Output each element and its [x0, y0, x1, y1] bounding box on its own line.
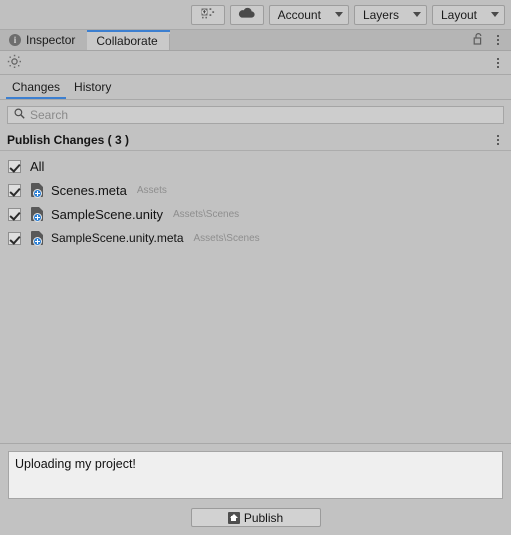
table-row[interactable]: SampleScene.unity Assets\Scenes — [0, 202, 511, 226]
file-name: Scenes.meta — [51, 182, 127, 198]
file-path: Assets\Scenes — [193, 232, 260, 244]
file-checkbox[interactable] — [8, 183, 21, 197]
file-path: Assets — [136, 184, 167, 196]
collaborate-toolbar — [0, 51, 511, 75]
publish-changes-header: Publish Changes ( 3 ) — [0, 129, 511, 151]
unity-collaborate-panel: Account Layers Layout i Inspector Collab… — [0, 0, 511, 535]
changes-file-list: All Scenes.meta Assets SampleScene.unity… — [0, 151, 511, 443]
tab-changes-label: Changes — [12, 80, 61, 94]
chevron-down-icon — [412, 12, 421, 17]
info-icon: i — [9, 34, 21, 46]
table-row[interactable]: Scenes.meta Assets — [0, 178, 511, 202]
table-row[interactable]: SampleScene.unity.meta Assets\Scenes — [0, 226, 511, 250]
file-added-icon — [30, 182, 45, 198]
window-menu-icon[interactable] — [493, 35, 503, 45]
collaborate-menu-icon[interactable] — [493, 57, 503, 68]
layers-label: Layers — [362, 7, 399, 22]
select-all-checkbox[interactable] — [8, 160, 21, 173]
publish-area: Uploading my project! Publish — [0, 443, 511, 535]
unity-top-toolbar: Account Layers Layout — [0, 0, 511, 30]
file-added-icon — [30, 206, 45, 222]
layers-dropdown[interactable]: Layers — [353, 4, 427, 25]
tab-history[interactable]: History — [68, 81, 117, 99]
file-added-icon — [30, 230, 45, 246]
tab-collaborate[interactable]: Collaborate — [87, 30, 171, 50]
commit-message-input[interactable]: Uploading my project! — [8, 451, 503, 499]
chevron-down-icon — [334, 12, 343, 17]
upload-icon — [227, 511, 240, 524]
publish-changes-title: Publish Changes ( 3 ) — [7, 132, 130, 147]
publish-button-label: Publish — [243, 510, 284, 525]
unlocked-padlock-icon[interactable] — [473, 32, 484, 48]
layout-label: Layout — [440, 7, 477, 22]
chevron-down-icon — [491, 12, 499, 17]
publish-button-row: Publish — [8, 508, 503, 527]
select-all-label: All — [30, 159, 45, 174]
select-all-row[interactable]: All — [0, 155, 511, 178]
file-path: Assets\Scenes — [173, 208, 240, 220]
file-checkbox[interactable] — [8, 231, 21, 245]
file-name: SampleScene.unity — [51, 206, 164, 222]
cloud-services-button[interactable] — [229, 4, 264, 25]
collaborate-subtabs: Changes History — [0, 75, 511, 100]
changes-menu-icon[interactable] — [493, 134, 503, 145]
file-name: SampleScene.unity.meta — [51, 231, 184, 245]
tab-inspector-label: Inspector — [26, 33, 76, 47]
collab-sync-status-icon[interactable] — [7, 54, 22, 72]
tab-inspector[interactable]: i Inspector — [0, 30, 88, 50]
search-input[interactable] — [30, 107, 497, 123]
tab-history-label: History — [74, 80, 112, 94]
tab-collaborate-label: Collaborate — [96, 34, 158, 48]
account-label: Account — [277, 7, 321, 22]
tab-changes[interactable]: Changes — [6, 80, 67, 99]
window-tab-bar-actions — [473, 30, 511, 50]
file-checkbox[interactable] — [8, 207, 21, 221]
layout-dropdown[interactable]: Layout — [431, 4, 505, 25]
cloud-icon — [237, 7, 256, 22]
collab-toolbar-button[interactable] — [190, 4, 225, 25]
search-box[interactable] — [7, 106, 504, 124]
publish-button[interactable]: Publish — [190, 508, 321, 527]
collab-cloud-icon — [199, 6, 216, 23]
window-tab-bar: i Inspector Collaborate — [0, 30, 511, 51]
account-dropdown[interactable]: Account — [268, 4, 349, 25]
search-icon — [14, 108, 25, 122]
search-area — [0, 100, 511, 129]
